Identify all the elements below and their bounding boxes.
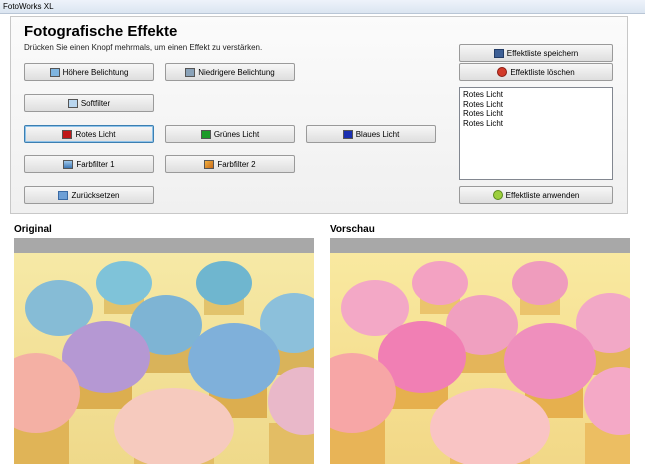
preview-image-pane [330, 238, 630, 464]
window-title: FotoWorks XL [3, 2, 54, 11]
original-image-pane [14, 238, 314, 464]
list-item[interactable]: Rotes Licht [463, 90, 609, 100]
undo-icon [58, 190, 69, 200]
farbfilter-1-button[interactable]: Farbfilter 1 [24, 155, 154, 173]
blaues-licht-label: Blaues Licht [355, 129, 400, 139]
rotes-licht-label: Rotes Licht [75, 129, 116, 139]
rotes-licht-button[interactable]: Rotes Licht [24, 125, 154, 143]
soft-filter-icon [67, 98, 78, 108]
farbfilter-1-label: Farbfilter 1 [76, 159, 115, 169]
effektliste-speichern-button[interactable]: Effektliste speichern [459, 44, 613, 62]
preview-cupcakes-image [330, 253, 630, 464]
gruenes-licht-button[interactable]: Grünes Licht [165, 125, 295, 143]
original-cupcakes-image [14, 253, 314, 464]
blue-light-icon [342, 129, 353, 139]
page-title: Fotografische Effekte [24, 23, 178, 40]
save-disk-icon [493, 48, 504, 58]
farbfilter-2-label: Farbfilter 2 [217, 159, 256, 169]
original-photo [14, 253, 314, 464]
zuruecksetzen-button[interactable]: Zurücksetzen [24, 186, 154, 204]
exposure-down-icon [185, 67, 196, 77]
green-light-icon [200, 129, 211, 139]
effektliste-loeschen-button[interactable]: Effektliste löschen [459, 63, 613, 81]
effektliste-loeschen-label: Effektliste löschen [510, 67, 575, 77]
red-light-icon [62, 129, 73, 139]
softfilter-button[interactable]: Softfilter [24, 94, 154, 112]
original-label: Original [14, 224, 52, 235]
hoehere-belichtung-button[interactable]: Höhere Belichtung [24, 63, 154, 81]
hoehere-belichtung-label: Höhere Belichtung [62, 67, 129, 77]
window-titlebar: FotoWorks XL [0, 0, 645, 14]
effektliste-anwenden-button[interactable]: Effektliste anwenden [459, 186, 613, 204]
farbfilter-2-button[interactable]: Farbfilter 2 [165, 155, 295, 173]
effektliste-speichern-label: Effektliste speichern [506, 48, 579, 58]
list-item[interactable]: Rotes Licht [463, 109, 609, 119]
list-item[interactable]: Rotes Licht [463, 119, 609, 129]
effect-list[interactable]: Rotes Licht Rotes Licht Rotes Licht Rote… [459, 87, 613, 180]
color-filter-2-icon [204, 159, 215, 169]
softfilter-label: Softfilter [80, 98, 111, 108]
exposure-up-icon [49, 67, 60, 77]
niedrigere-belichtung-label: Niedrigere Belichtung [198, 67, 275, 77]
gruenes-licht-label: Grünes Licht [213, 129, 260, 139]
blaues-licht-button[interactable]: Blaues Licht [306, 125, 436, 143]
list-item[interactable]: Rotes Licht [463, 100, 609, 110]
preview-label: Vorschau [330, 224, 375, 235]
zuruecksetzen-label: Zurücksetzen [71, 190, 120, 200]
niedrigere-belichtung-button[interactable]: Niedrigere Belichtung [165, 63, 295, 81]
effektliste-anwenden-label: Effektliste anwenden [505, 190, 580, 200]
color-filter-1-icon [63, 159, 74, 169]
preview-photo [330, 253, 630, 464]
delete-icon [497, 67, 508, 77]
instruction-text: Drücken Sie einen Knopf mehrmals, um ein… [24, 43, 263, 52]
apply-check-icon [492, 190, 503, 200]
